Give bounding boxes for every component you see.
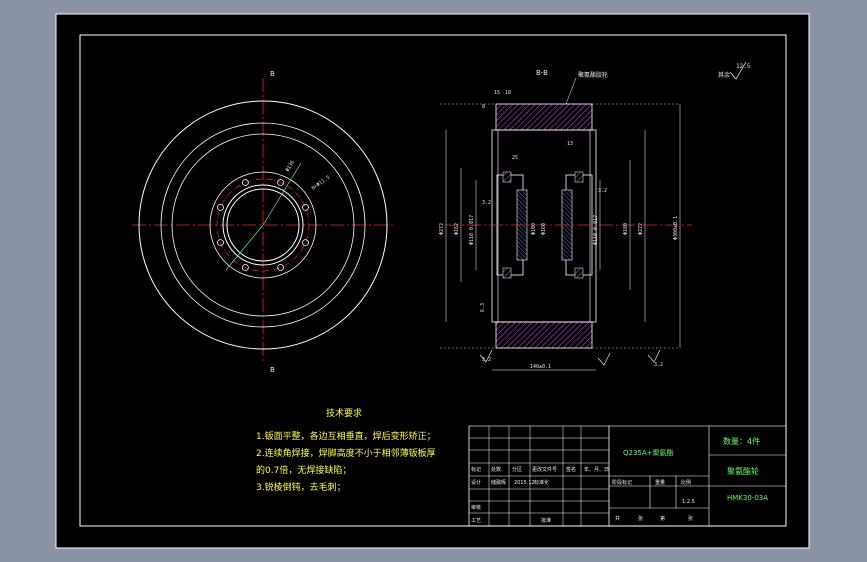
dim-top-8: 8 (482, 104, 485, 110)
tb-h-zone: 分区 (512, 466, 522, 473)
dim-top-15: 15 (494, 90, 500, 96)
snap-ring-tr (574, 171, 584, 183)
tb-standardization: 标准化 (534, 479, 549, 486)
tb-review: 审核 (471, 504, 481, 511)
dim-140: 140±0.1 (530, 364, 551, 370)
section-mark-top: B (270, 70, 275, 78)
tyre-bottom-section (495, 321, 593, 349)
dim-top-10: 10 (505, 90, 511, 96)
tb-material: Q235A+聚氨酯 (623, 448, 674, 457)
dim-272-right: Φ272 (638, 223, 644, 235)
snap-ring-bl (502, 267, 512, 279)
tb-weight: 重量 (655, 479, 665, 486)
snap-ring-tl (502, 171, 512, 183)
dim-162: Φ162 (454, 223, 460, 235)
tb-h-mark: 标记 (471, 466, 481, 473)
requirement-line-4: 3.锐棱倒钝，去毛刺； (256, 481, 346, 493)
tb-stage-mark: 阶段标记 (612, 479, 632, 486)
roughness-note: 其余 (718, 71, 730, 79)
tb-ratio: 比例 (681, 479, 691, 486)
tb-sheet-unit-2: 张 (688, 515, 693, 522)
tb-quantity: 数量：4件 (723, 436, 760, 446)
tb-sheet-no: 第 (660, 515, 665, 522)
snap-ring-br (574, 267, 584, 279)
cad-viewport: B B Φ136 8×Φ11.5 B-B 聚氨酯胶轮 15 10 8 25 13… (0, 0, 867, 562)
roughness-5: 6.3 (480, 303, 486, 312)
roughness-4: 3.2 (654, 362, 663, 368)
dim-100: Φ100 (531, 223, 537, 235)
tb-drawing-no: HMK30-03A (727, 494, 768, 502)
dim-300: Φ300±0.1 (673, 216, 679, 240)
dim-110-right: Φ110 0.017 (593, 215, 599, 245)
tb-h-doc: 更改文件号 (532, 466, 557, 473)
roughness-3: 3.2 (482, 357, 491, 363)
tb-scale: 1:2.5 (682, 499, 695, 505)
requirements-title: 技术要求 (326, 407, 362, 419)
tb-h-count: 处数 (491, 466, 501, 473)
section-mark-bottom: B (270, 366, 275, 374)
tb-date: 2015.12 (514, 480, 535, 486)
dim-160: Φ160 (541, 223, 547, 235)
roughness-1: 3.2 (482, 200, 491, 206)
inner-25: 25 (512, 155, 518, 161)
leader-note: 聚氨酯胶轮 (578, 71, 608, 79)
tyre-top-section (495, 103, 593, 131)
inner-13: 13 (567, 141, 573, 147)
drawing-sheet: B B Φ136 8×Φ11.5 B-B 聚氨酯胶轮 15 10 8 25 13… (55, 13, 810, 549)
requirement-line-3: 的0.7倍，无焊接缺陷； (256, 464, 351, 476)
section-title: B-B (536, 69, 548, 77)
tb-approve: 批准 (541, 517, 551, 524)
requirement-line-1: 1.钣面平整，各边互相垂直，焊后变形矫正； (256, 430, 436, 442)
dim-272-left: Φ272 (439, 223, 445, 235)
tb-design: 设计 (471, 479, 481, 486)
sheet-outer-border (55, 13, 810, 549)
dim-110-left: Φ110 0.017 (469, 215, 475, 245)
roughness-value: 12.5 (736, 63, 751, 70)
tb-part-name: 聚氨酯轮 (727, 466, 759, 476)
tb-h-date: 年、月、日 (584, 466, 609, 473)
tb-sheet-unit-1: 张 (638, 515, 643, 522)
tb-h-sign: 签名 (566, 466, 576, 473)
tb-designer: 储融晖 (491, 479, 506, 486)
dim-180: Φ180 (623, 223, 629, 235)
tb-process: 工艺 (471, 518, 481, 524)
roughness-2: 3.2 (598, 188, 607, 194)
tb-sheet-total: 共 (615, 515, 620, 522)
requirement-line-2: 2.连续角焊接，焊脚高度不小于相邻薄钣板厚 (256, 447, 436, 459)
